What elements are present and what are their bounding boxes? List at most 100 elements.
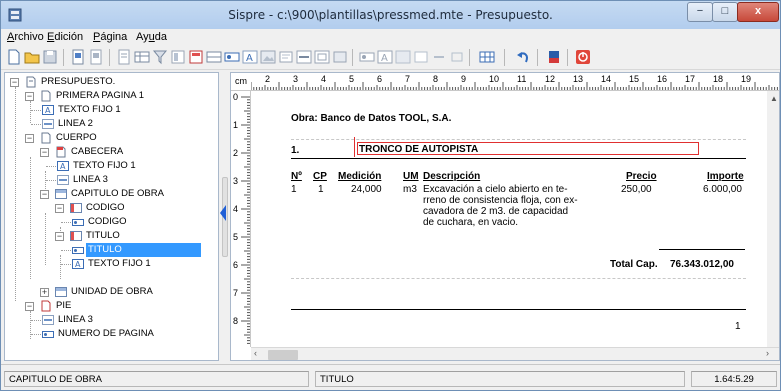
collapse-icon[interactable]: − [55, 204, 64, 213]
svg-text:A: A [75, 260, 81, 269]
exit-icon[interactable] [575, 49, 591, 65]
collapse-icon[interactable]: − [55, 232, 64, 241]
header-um: UM [403, 171, 419, 182]
collapse-icon[interactable]: − [25, 92, 34, 101]
ruler-number: 5 [349, 74, 355, 84]
insert-page-icon[interactable] [116, 49, 132, 65]
text-props-icon[interactable]: A [377, 49, 393, 65]
pane-splitter[interactable] [220, 72, 229, 361]
horizontal-scrollbar[interactable]: ‹ › [251, 347, 779, 360]
tree-node-texto-fijo[interactable]: A TEXTO FIJO 1 [7, 257, 207, 271]
tree-node-cabecera[interactable]: − CABECERA [7, 145, 207, 159]
menu-ayuda[interactable]: Ayuda [136, 31, 167, 43]
menu-archivo[interactable]: Archivo [7, 31, 44, 43]
tree-node-capitulo-de-obra[interactable]: − CAPITULO DE OBRA [7, 187, 207, 201]
tree-node-texto-fijo[interactable]: A TEXTO FIJO 1 [7, 159, 207, 173]
tree-node-titulo-field[interactable]: TITULO [7, 243, 207, 257]
tree-node-titulo[interactable]: − TITULO [7, 229, 207, 243]
tree-node-pie[interactable]: − PIE [7, 299, 207, 313]
menu-edicion[interactable]: Edición [47, 31, 83, 43]
insert-band-icon[interactable] [188, 49, 204, 65]
box-props-icon[interactable] [449, 49, 465, 65]
tree-node-codigo-field[interactable]: CODIGO [7, 215, 207, 229]
structure-tree[interactable]: − PRESUPUESTO. − PRIMERA PAGINA 1 A TEXT… [4, 72, 219, 361]
database-icon[interactable] [546, 49, 562, 65]
line-icon [57, 175, 69, 185]
document-view[interactable]: cm 2 3 4 5 6 7 8 9 10 11 12 13 14 15 16 17 18 19 01234567… [230, 72, 780, 361]
close-button[interactable]: x [737, 2, 779, 22]
report-page[interactable]: Obra: Banco de Datos TOOL, S.A. 1. TRONC… [271, 91, 779, 347]
save-icon[interactable] [42, 49, 58, 65]
scroll-right-icon[interactable]: › [766, 348, 769, 358]
obra-title[interactable]: Obra: Banco de Datos TOOL, S.A. [291, 113, 451, 124]
tree-node-unidad-de-obra[interactable]: + UNIDAD DE OBRA [7, 285, 207, 299]
tree-node-cuerpo[interactable]: − CUERPO [7, 131, 207, 145]
collapse-pane-arrow-icon[interactable] [220, 205, 226, 221]
insert-line-icon[interactable] [296, 49, 312, 65]
scroll-left-icon[interactable]: ‹ [254, 348, 257, 358]
insert-box-icon[interactable] [314, 49, 330, 65]
filter-icon[interactable] [152, 49, 168, 65]
row-um: m3 [403, 184, 417, 195]
ruler-unit: cm [235, 76, 247, 86]
horizontal-ruler: cm 2 3 4 5 6 7 8 9 10 11 12 13 14 15 16 17 18 19 [231, 73, 779, 91]
line-props-icon[interactable] [431, 49, 447, 65]
svg-text:A: A [246, 53, 253, 64]
collapse-icon[interactable]: − [25, 302, 34, 311]
tree-node-primera-pagina[interactable]: − PRIMERA PAGINA 1 [7, 89, 207, 103]
label-props-icon[interactable] [413, 49, 429, 65]
tree-node-linea[interactable]: LINEA 3 [7, 313, 207, 327]
open-folder-icon[interactable] [24, 49, 40, 65]
collapse-icon[interactable]: − [40, 190, 49, 199]
insert-table-icon[interactable] [134, 49, 150, 65]
chapter-number[interactable]: 1. [291, 145, 299, 156]
insert-text-icon[interactable]: A [242, 49, 258, 65]
page-setup-icon[interactable] [70, 49, 86, 65]
text-icon: A [72, 259, 84, 269]
collapse-icon[interactable]: − [10, 78, 19, 87]
insert-image-icon[interactable] [260, 49, 276, 65]
ruler-number: 2 [265, 74, 271, 84]
grid-view-icon[interactable] [479, 49, 495, 65]
tree-node-numero-de-pagina[interactable]: NUMERO DE PAGINA [7, 327, 207, 341]
horizontal-scroll-thumb[interactable] [268, 350, 298, 360]
tree-node-texto-fijo[interactable]: A TEXTO FIJO 1 [7, 103, 207, 117]
toolbar-separator [567, 49, 568, 66]
row-n: 1 [291, 184, 297, 195]
maximize-button[interactable]: □ [712, 2, 738, 22]
insert-label-icon[interactable] [278, 49, 294, 65]
horizontal-ruler-ticks [251, 82, 778, 90]
tree-node-codigo[interactable]: − CODIGO [7, 201, 207, 215]
ruler-number: 13 [573, 74, 584, 84]
image-props-icon[interactable] [395, 49, 411, 65]
ruler-number: 17 [685, 74, 696, 84]
table-icon [70, 203, 82, 213]
header-page-icon [56, 146, 66, 158]
header-importe: Importe [707, 171, 744, 182]
insert-rect-icon[interactable] [332, 49, 348, 65]
menu-pagina[interactable]: Página [93, 31, 127, 43]
field-props-icon[interactable] [359, 49, 375, 65]
page-props-icon[interactable] [88, 49, 104, 65]
row-description-line: cavadora de 2 m3. de capacidad [423, 206, 569, 217]
section-icon [55, 287, 67, 297]
collapse-icon[interactable]: − [25, 134, 34, 143]
tree-node-linea[interactable]: LINEA 2 [7, 117, 207, 131]
tree-node-linea[interactable]: LINEA 3 [7, 173, 207, 187]
collapse-icon[interactable]: − [40, 148, 49, 157]
scroll-up-icon[interactable]: ▲ [770, 94, 778, 103]
ruler-number: 16 [657, 74, 668, 84]
status-section: CAPITULO DE OBRA [4, 371, 309, 387]
insert-field-icon[interactable] [224, 49, 240, 65]
minimize-button[interactable]: − [687, 2, 713, 22]
insert-grid-icon[interactable] [206, 49, 222, 65]
tree-node-presupuesto[interactable]: − PRESUPUESTO. [7, 75, 207, 89]
ruler-number: 1 [233, 120, 239, 130]
new-file-icon[interactable] [6, 49, 22, 65]
insert-section-icon[interactable] [170, 49, 186, 65]
undo-icon[interactable] [515, 49, 531, 65]
row-medicion: 24,000 [351, 184, 382, 195]
expand-icon[interactable]: + [40, 288, 49, 297]
vertical-scrollbar[interactable]: ▲ [767, 91, 779, 347]
chapter-title[interactable]: TRONCO DE AUTOPISTA [359, 144, 478, 155]
